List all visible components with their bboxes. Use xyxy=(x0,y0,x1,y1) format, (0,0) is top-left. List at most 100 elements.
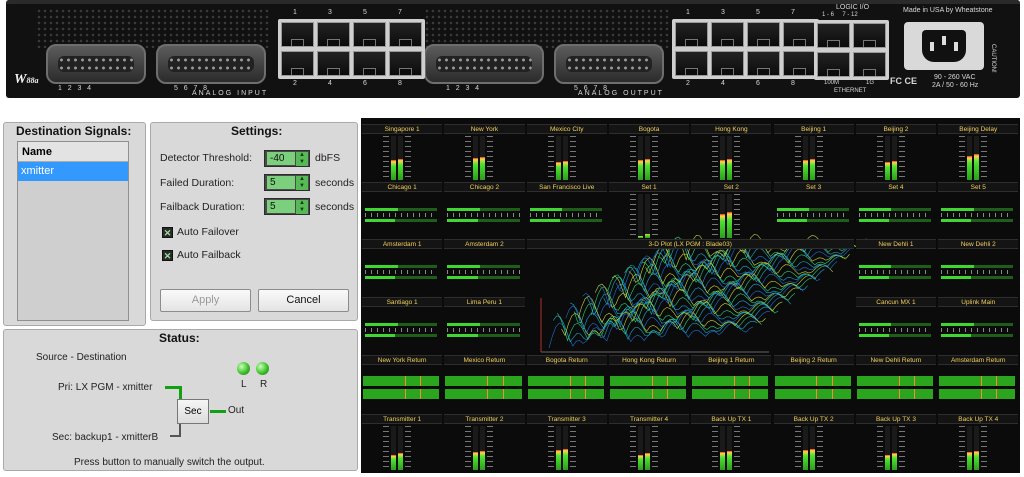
peak-marker xyxy=(667,376,669,386)
detector-threshold-value[interactable]: -40 xyxy=(267,152,295,165)
hmeter-bar xyxy=(529,219,602,222)
power-rating: 90 - 260 VAC xyxy=(934,74,976,81)
peak-marker xyxy=(651,376,653,386)
meter-bar xyxy=(891,426,897,470)
meter-bar xyxy=(555,426,561,470)
meter-fill xyxy=(809,159,815,180)
hmeter-ticks xyxy=(858,328,932,332)
meter-title: Set 1 xyxy=(608,182,690,192)
meter-fill xyxy=(473,158,479,180)
failback-duration-spinbox[interactable]: 5 ▲ ▼ xyxy=(264,198,310,215)
rj-top-num-a4: 7 xyxy=(398,9,402,16)
meter-bar xyxy=(720,136,726,180)
rj45-port xyxy=(389,22,422,47)
made-in-label: Made in USA by Wheatstone xyxy=(903,7,993,14)
failed-duration-label: Failed Duration: xyxy=(160,177,235,189)
meter-title: Amsterdam 1 xyxy=(362,239,443,249)
destination-row-xmitter[interactable]: xmitter xyxy=(18,162,128,181)
wide-meter xyxy=(363,389,440,399)
waterfall-trace xyxy=(632,255,838,282)
vent-grille-middle xyxy=(424,8,669,48)
spin-down-icon[interactable]: ▼ xyxy=(296,183,308,190)
hmeter-ticks xyxy=(365,213,438,217)
auto-failback-checkbox[interactable]: ✕ xyxy=(162,250,173,261)
rj45-port xyxy=(817,23,850,48)
detector-threshold-label: Detector Threshold: xyxy=(160,152,253,164)
meter-fill xyxy=(480,157,486,180)
hmeter-ticks xyxy=(858,270,932,274)
meter-scale xyxy=(734,426,741,470)
out-line xyxy=(210,410,226,413)
peak-marker xyxy=(569,376,571,386)
hmeter-bar xyxy=(776,219,849,222)
peak-marker xyxy=(584,376,586,386)
meter-title: Amsterdam Return xyxy=(938,355,1019,365)
destination-list[interactable]: Name xmitter xyxy=(17,141,129,321)
meter-title: Hong Kong xyxy=(691,124,772,134)
ethernet-label: ETHERNET xyxy=(834,88,867,94)
wide-meter xyxy=(939,389,1016,399)
meter-fill xyxy=(967,156,973,180)
secondary-line-h xyxy=(170,435,181,437)
peak-marker xyxy=(898,389,900,399)
meter-bar xyxy=(398,426,403,470)
hmeter-fill xyxy=(529,219,560,222)
rj-top-num-b4: 7 xyxy=(791,9,795,16)
apply-button[interactable]: Apply xyxy=(160,289,251,312)
rj-bot-num-a2: 4 xyxy=(328,80,332,87)
dsub-in-numbers-1: 1 2 3 4 xyxy=(58,85,92,92)
peak-marker xyxy=(831,376,833,386)
rj45-port xyxy=(817,52,850,77)
peak-marker xyxy=(831,389,833,399)
destination-signals-panel: Destination Signals: Name xmitter xyxy=(3,122,146,326)
meter-title: Singapore 1 xyxy=(362,124,443,134)
meter-fill xyxy=(720,452,726,470)
meter-fill xyxy=(398,453,403,470)
failed-duration-spinbox[interactable]: 5 ▲ ▼ xyxy=(264,174,310,191)
dsub-input-1 xyxy=(46,44,146,84)
meter-bar xyxy=(802,136,808,180)
spin-up-icon[interactable]: ▲ xyxy=(296,200,308,207)
failed-duration-value[interactable]: 5 xyxy=(267,176,295,189)
analog-input-label: ANALOG INPUT xyxy=(192,90,269,97)
name-column-header[interactable]: Name xyxy=(18,142,128,162)
spin-down-icon[interactable]: ▼ xyxy=(296,207,308,214)
power-socket xyxy=(922,30,966,62)
hmeter-fill xyxy=(858,208,892,211)
spin-down-icon[interactable]: ▼ xyxy=(296,159,308,166)
hmeter-fill xyxy=(941,323,974,326)
sec-switch-button[interactable]: Sec xyxy=(177,399,209,424)
meter-scale xyxy=(816,426,823,470)
meter-scale xyxy=(487,136,494,180)
meter-scale xyxy=(712,194,719,238)
hmeter-ticks xyxy=(529,213,602,217)
peak-marker xyxy=(651,389,653,399)
wide-meter xyxy=(774,376,851,386)
spin-up-icon[interactable]: ▲ xyxy=(296,176,308,183)
meter-title: Chicago 1 xyxy=(362,182,443,192)
logic-io-label: LOGIC I/O xyxy=(836,4,870,11)
hmeter-fill xyxy=(365,323,398,326)
led-left-label: L xyxy=(241,379,247,390)
hmeter-fill xyxy=(447,323,480,326)
meter-title: Transmitter 3 xyxy=(526,414,607,424)
meter-scale xyxy=(898,426,905,470)
hmeter-bar xyxy=(447,334,520,337)
rj45-block-output xyxy=(672,19,819,79)
failback-duration-value[interactable]: 5 xyxy=(267,200,295,213)
meter-title: Cancun MX 1 xyxy=(855,297,937,307)
auto-failback-label: Auto Failback xyxy=(177,249,241,261)
peak-marker xyxy=(898,376,900,386)
led-right-label: R xyxy=(260,379,268,390)
detector-threshold-spinbox[interactable]: -40 ▲ ▼ xyxy=(264,150,310,167)
meter-fill xyxy=(891,161,897,180)
spin-up-icon[interactable]: ▲ xyxy=(296,152,308,159)
cancel-button[interactable]: Cancel xyxy=(258,289,349,312)
auto-failover-checkbox[interactable]: ✕ xyxy=(162,227,173,238)
meter-bar xyxy=(884,136,890,180)
source-destination-label: Source - Destination xyxy=(36,352,127,363)
meter-fill xyxy=(398,159,403,180)
wide-meter xyxy=(527,389,604,399)
peak-marker xyxy=(981,389,983,399)
meter-bar xyxy=(644,136,650,180)
